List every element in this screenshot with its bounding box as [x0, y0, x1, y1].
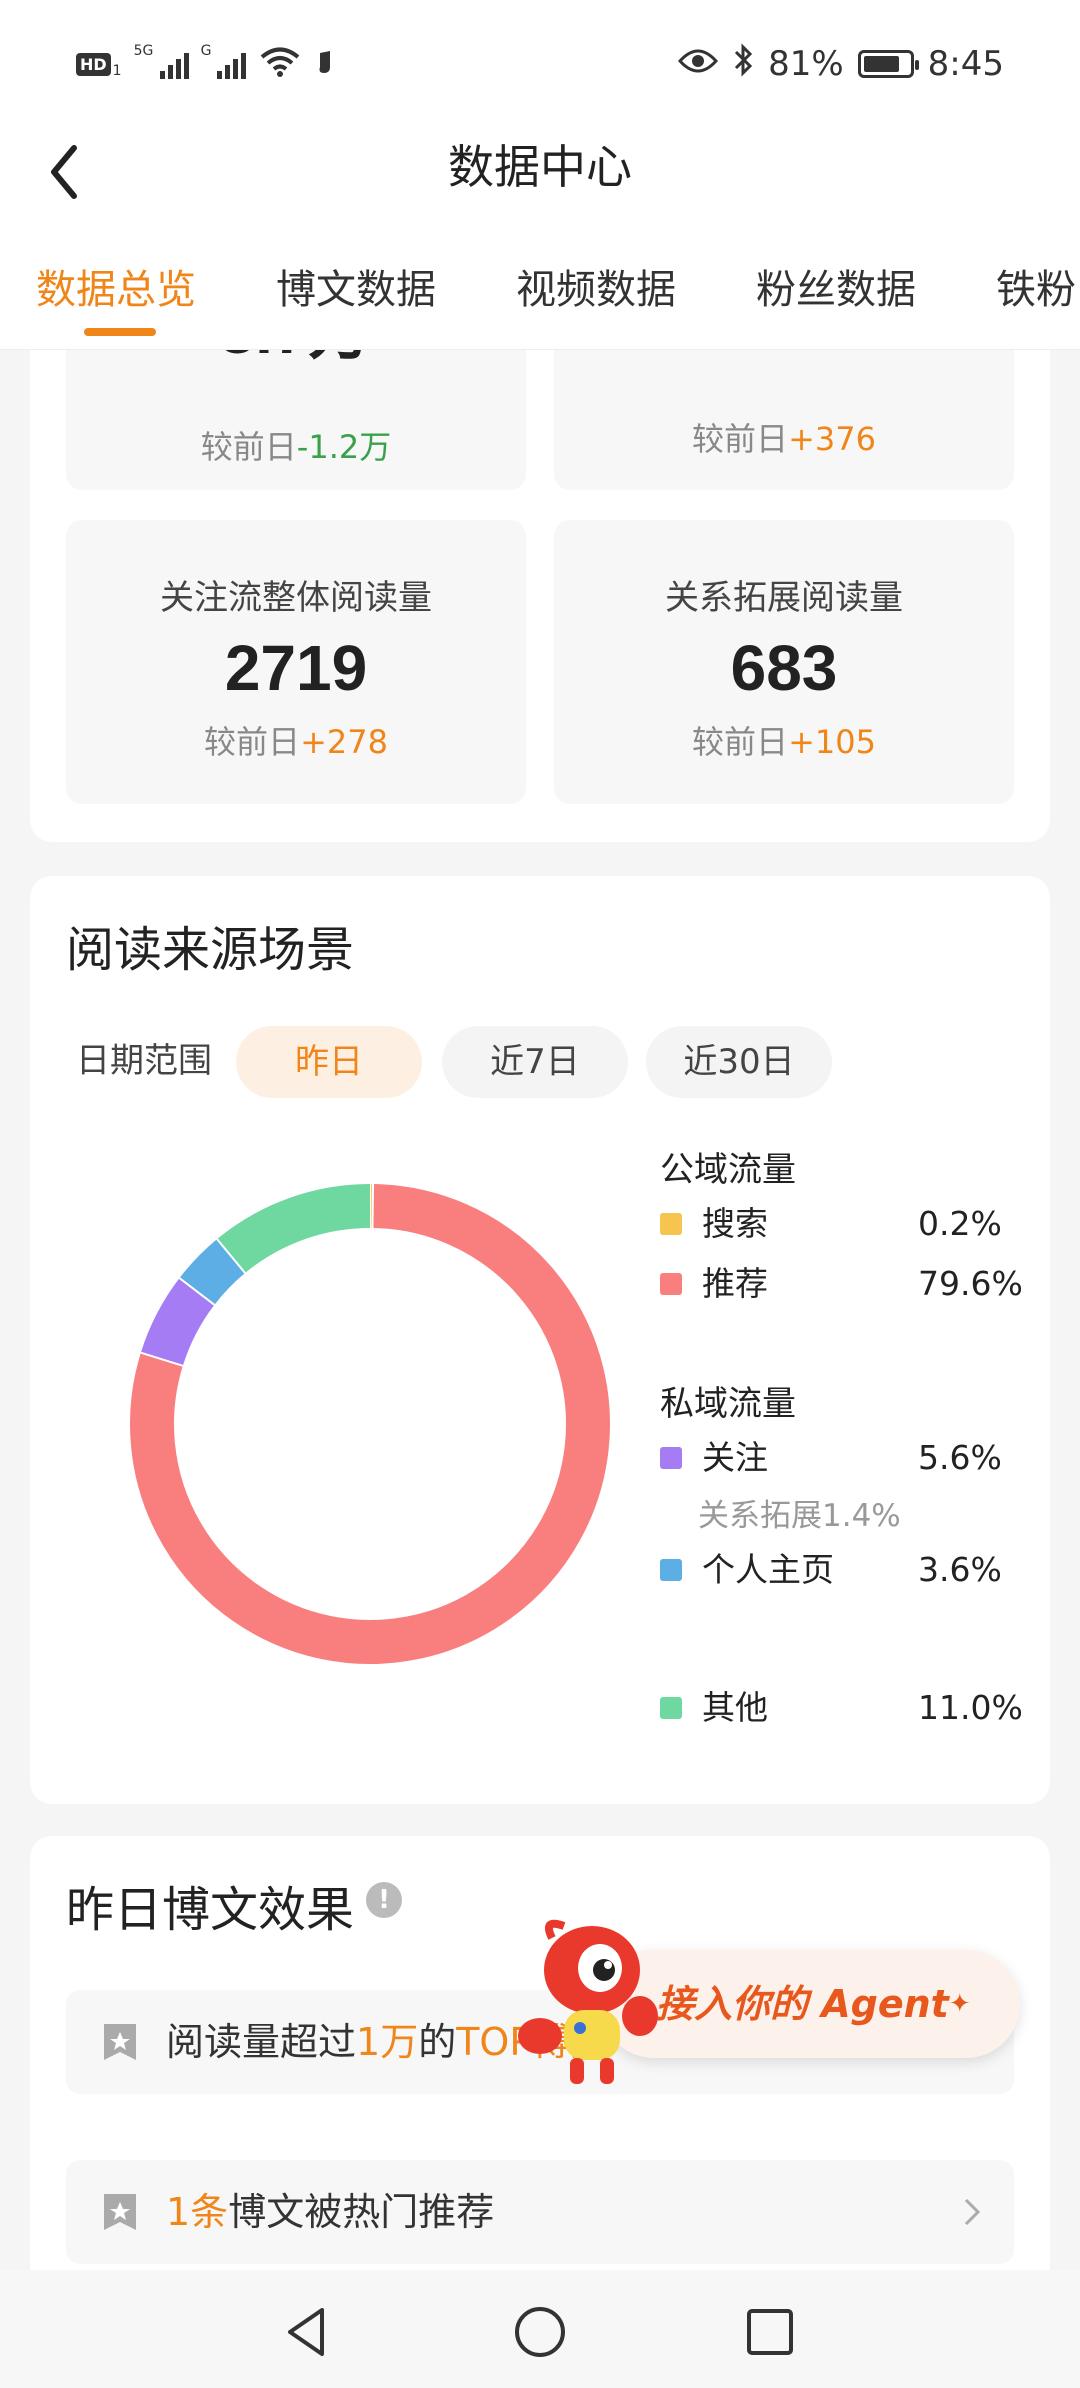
nav-back-icon[interactable]	[278, 2302, 338, 2362]
metric-value: 2719	[224, 632, 368, 704]
bookmark-star-icon	[104, 2194, 136, 2230]
metric-value: 3.7万	[66, 350, 526, 372]
range-7d[interactable]: 近7日	[442, 1026, 628, 1098]
swatch	[660, 1272, 682, 1295]
status-right: 81% 8:45	[678, 42, 1004, 86]
overview-card: 3.7万 较前日-1.2万 4476 较前日+376 关注流整体阅读量 2719…	[30, 350, 1050, 842]
legend-search: 搜索	[660, 1204, 768, 1244]
tab-bar: 数据总览 博文数据 视频数据 粉丝数据 铁粉	[0, 250, 1080, 350]
range-yesterday[interactable]: 昨日	[236, 1026, 422, 1098]
effect-row-hot[interactable]: 1条博文被热门推荐	[66, 2160, 1014, 2264]
tab-active-indicator	[84, 328, 156, 336]
legend-recommend: 推荐	[660, 1264, 768, 1304]
legend-homepage-pct: 3.6%	[918, 1550, 1002, 1589]
swatch	[660, 1446, 682, 1469]
info-icon[interactable]: !	[366, 1882, 402, 1918]
tab-posts[interactable]: 博文数据	[276, 260, 436, 320]
tab-iron-fans[interactable]: 铁粉	[996, 260, 1076, 320]
tab-fans[interactable]: 粉丝数据	[756, 260, 916, 320]
metric-delta: 较前日+278	[204, 723, 388, 761]
agent-badge[interactable]: 接入你的 Agent✦	[600, 1950, 1020, 2058]
nav-recent-icon[interactable]	[740, 2302, 800, 2362]
metric-value: 683	[730, 632, 838, 704]
status-bar: HD 1 5G G 81% 8:45	[0, 0, 1080, 130]
nav-home-icon[interactable]	[510, 2302, 570, 2362]
legend-homepage: 个人主页	[660, 1550, 834, 1590]
mascot-icon[interactable]	[512, 1918, 662, 2098]
donut-slice-2	[140, 1278, 215, 1367]
chevron-right-icon	[964, 2198, 981, 2226]
metric-top-left[interactable]: 3.7万 较前日-1.2万	[66, 350, 526, 490]
source-card: 阅读来源场景 日期范围 昨日 近7日 近30日 公域流量 搜索 0.2% 推荐 …	[30, 876, 1050, 1804]
metric-delta: 较前日-1.2万	[200, 428, 392, 466]
section-title: 阅读来源场景	[66, 922, 355, 978]
legend-search-pct: 0.2%	[918, 1204, 1002, 1243]
tab-videos[interactable]: 视频数据	[516, 260, 676, 320]
agent-label: 接入你的 Agent✦	[656, 1982, 971, 2026]
legend-follow-sub: 关系拓展1.4%	[698, 1498, 901, 1534]
legend-other: 其他	[660, 1688, 768, 1728]
metric-label: 关系拓展阅读量	[665, 578, 903, 618]
private-traffic-title: 私域流量	[660, 1384, 796, 1424]
section-title: 昨日博文效果	[66, 1882, 355, 1938]
legend-follow: 关注	[660, 1438, 768, 1478]
metric-delta: 较前日+376	[692, 420, 876, 458]
eye-icon	[678, 44, 719, 84]
signal-g-icon: G	[201, 43, 246, 79]
swatch	[660, 1212, 682, 1235]
range-30d[interactable]: 近30日	[646, 1026, 832, 1098]
swatch	[660, 1696, 682, 1719]
bookmark-star-icon	[104, 2024, 136, 2060]
metric-label: 关注流整体阅读量	[160, 578, 432, 618]
hd-icon: HD	[76, 52, 111, 76]
date-range-label: 日期范围	[76, 1041, 212, 1081]
hd-sub: 1	[112, 63, 122, 79]
donut-slice-4	[217, 1184, 371, 1274]
legend-other-pct: 11.0%	[918, 1688, 1023, 1727]
signal-5g-icon: 5G	[134, 43, 189, 79]
bluetooth-icon	[732, 42, 754, 87]
metric-follow-read[interactable]: 关注流整体阅读量 2719 较前日+278	[66, 520, 526, 804]
metric-top-right[interactable]: 4476 较前日+376	[554, 350, 1014, 490]
tab-overview[interactable]: 数据总览	[36, 260, 196, 320]
legend-follow-pct: 5.6%	[918, 1438, 1002, 1477]
metric-value: 4476	[554, 350, 1014, 354]
clock: 8:45	[927, 44, 1004, 84]
battery-icon	[857, 50, 919, 78]
swatch	[660, 1558, 682, 1581]
donut-slice-3	[179, 1239, 246, 1306]
metric-delta: 较前日+105	[692, 723, 876, 761]
notification-icon	[314, 49, 336, 80]
status-left: HD 1 5G G	[76, 43, 336, 84]
effect-text: 1条博文被热门推荐	[166, 2190, 495, 2234]
donut-chart	[130, 1184, 610, 1664]
legend-recommend-pct: 79.6%	[918, 1264, 1023, 1303]
public-traffic-title: 公域流量	[660, 1150, 796, 1190]
page-title: 数据中心	[448, 140, 632, 194]
battery-percent: 81%	[768, 44, 844, 84]
wifi-icon	[260, 46, 300, 83]
donut-separator-1	[371, 1184, 375, 1229]
metric-relation-read[interactable]: 关系拓展阅读量 683 较前日+105	[554, 520, 1014, 804]
